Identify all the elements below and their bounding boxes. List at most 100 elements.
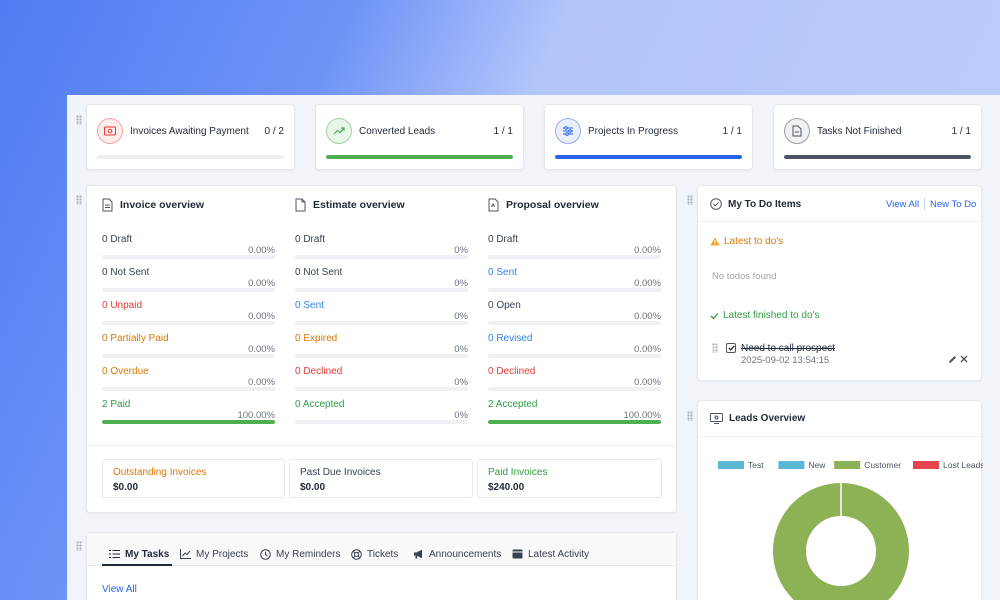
estimate-status-row[interactable]: 0 Accepted 0% [295, 399, 468, 425]
stat-value: 0 / 2 [264, 126, 284, 137]
legend-swatch[interactable] [834, 461, 861, 469]
finished-todo-date: 2025-09-02 13:54:15 [741, 355, 830, 366]
status-progress [295, 387, 468, 391]
status-label: 0 Draft [102, 234, 133, 245]
stat-value: 1 / 1 [951, 126, 971, 137]
outstanding-invoices-box[interactable]: Outstanding Invoices $0.00 [102, 459, 285, 498]
legend-swatch[interactable] [913, 461, 939, 469]
tab-label: My Tasks [125, 548, 170, 560]
status-progress [102, 420, 275, 424]
status-progress [488, 321, 661, 325]
stat-card-tasks[interactable]: Tasks Not Finished 1 / 1 [773, 104, 982, 170]
estimate-overview-title: Estimate overview [313, 199, 405, 211]
legend-label[interactable]: Customer [864, 460, 901, 470]
stat-label: Invoices Awaiting Payment [130, 126, 249, 137]
tab-my-projects[interactable]: My Projects [180, 542, 248, 566]
stat-progress [326, 155, 513, 159]
divider [87, 445, 676, 446]
todo-card: My To Do Items View All New To Do Latest… [697, 185, 982, 381]
document-icon [784, 118, 810, 144]
drag-handle[interactable] [76, 195, 82, 205]
stat-label: Converted Leads [359, 126, 436, 137]
status-progress [488, 288, 661, 292]
tab-tickets[interactable]: Tickets [351, 542, 398, 566]
leads-donut-chart: Test New Customer Lost Leads [718, 460, 983, 600]
sliders-icon [555, 118, 581, 144]
estimate-file-icon [295, 198, 306, 212]
invoice-status-row[interactable]: 0 Overdue 0.00% [102, 366, 275, 392]
stat-card-projects[interactable]: Projects In Progress 1 / 1 [544, 104, 753, 170]
status-label: 0 Expired [295, 333, 338, 344]
estimate-status-row[interactable]: 0 Sent 0% [295, 300, 468, 326]
status-label: 0 Accepted [295, 399, 345, 410]
list-icon [109, 549, 120, 559]
tab-announcements[interactable]: Announcements [413, 542, 501, 566]
stat-card-leads[interactable]: Converted Leads 1 / 1 [315, 104, 524, 170]
latest-todos-label: Latest to do's [724, 236, 784, 247]
invoice-status-row[interactable]: 0 Partially Paid 0.00% [102, 333, 275, 359]
status-label: 0 Not Sent [102, 267, 150, 278]
tasks-view-all-link[interactable]: View All [102, 584, 137, 595]
status-progress [295, 420, 468, 424]
finished-todo-text: Need to call prospect [741, 343, 835, 354]
proposal-status-row[interactable]: 0 Sent 0.00% [488, 267, 661, 293]
estimate-status-row[interactable]: 0 Draft 0% [295, 234, 468, 260]
new-todo-link[interactable]: New To Do [930, 199, 976, 210]
legend-label[interactable]: Lost Leads [943, 460, 983, 470]
summary-label: Paid Invoices [488, 467, 548, 478]
stat-progress [784, 155, 971, 159]
megaphone-icon [413, 549, 424, 559]
tab-my-tasks[interactable]: My Tasks [109, 542, 169, 566]
invoice-status-row[interactable]: 0 Unpaid 0.00% [102, 300, 275, 326]
status-label: 0 Unpaid [102, 300, 143, 311]
drag-handle[interactable] [76, 115, 82, 125]
check-circle-icon [710, 198, 722, 210]
status-progress [295, 354, 468, 358]
invoice-status-row[interactable]: 0 Draft 0.00% [102, 234, 275, 260]
status-progress [295, 255, 468, 259]
legend-swatch[interactable] [778, 461, 805, 469]
past-due-invoices-box[interactable]: Past Due Invoices $0.00 [289, 459, 473, 498]
summary-label: Past Due Invoices [300, 467, 381, 478]
tab-my-reminders[interactable]: My Reminders [260, 542, 340, 566]
status-label: 0 Partially Paid [102, 333, 169, 344]
todo-checkbox[interactable] [726, 343, 736, 353]
tab-latest-activity[interactable]: Latest Activity [512, 542, 589, 566]
monitor-icon [710, 413, 723, 424]
paid-invoices-box[interactable]: Paid Invoices $240.00 [477, 459, 662, 498]
tab-label: Latest Activity [528, 548, 590, 560]
proposal-status-row[interactable]: 2 Accepted 100.00% [488, 399, 661, 425]
status-progress [102, 354, 275, 358]
tab-label: My Reminders [276, 548, 341, 560]
estimate-status-row[interactable]: 0 Not Sent 0% [295, 267, 468, 293]
status-progress [102, 288, 275, 292]
legend-swatch[interactable] [718, 461, 744, 469]
status-label: 2 Accepted [488, 399, 538, 410]
finance-overview-card: Invoice overview 0 Draft 0.00% 0 Not Sent 0… [86, 185, 677, 513]
proposal-status-row[interactable]: 0 Declined 0.00% [488, 366, 661, 392]
stat-card-invoices[interactable]: Invoices Awaiting Payment 0 / 2 [86, 104, 295, 170]
invoice-status-row[interactable]: 0 Not Sent 0.00% [102, 267, 275, 293]
invoice-status-row[interactable]: 2 Paid 100.00% [102, 399, 275, 425]
drag-handle[interactable] [687, 195, 693, 205]
legend-label[interactable]: Test [748, 460, 764, 470]
drag-handle[interactable] [76, 541, 82, 551]
status-progress [295, 321, 468, 325]
edit-pencil-icon[interactable] [948, 355, 957, 364]
status-progress [295, 288, 468, 292]
drag-handle[interactable] [687, 411, 693, 421]
card-icon [512, 549, 523, 559]
estimate-status-row[interactable]: 0 Declined 0% [295, 366, 468, 392]
proposal-status-row[interactable]: 0 Revised 0.00% [488, 333, 661, 359]
todo-view-all-link[interactable]: View All [886, 199, 919, 210]
proposal-status-row[interactable]: 0 Open 0.00% [488, 300, 661, 326]
estimate-status-row[interactable]: 0 Expired 0% [295, 333, 468, 359]
todo-drag-handle[interactable] [712, 343, 718, 353]
leads-title: Leads Overview [729, 413, 806, 424]
proposal-file-icon [488, 198, 499, 212]
status-label: 0 Declined [488, 366, 536, 377]
proposal-status-row[interactable]: 0 Draft 0.00% [488, 234, 661, 260]
delete-x-icon[interactable] [960, 355, 968, 363]
legend-label[interactable]: New [808, 460, 826, 470]
dashboard-canvas: Invoices Awaiting Payment 0 / 2 Converte… [67, 95, 1000, 600]
